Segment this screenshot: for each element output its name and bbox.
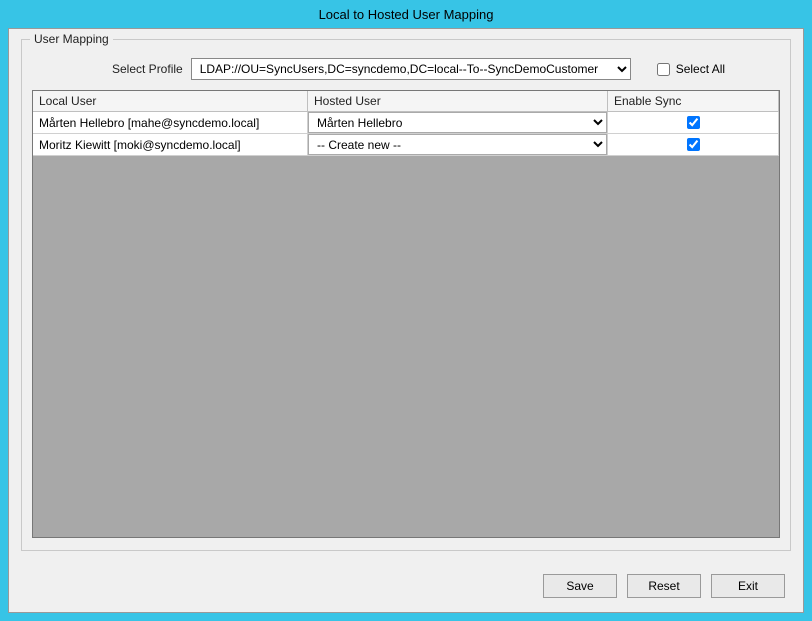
local-user-cell[interactable]: Moritz Kiewitt [moki@syncdemo.local] [33, 134, 308, 156]
window-title: Local to Hosted User Mapping [319, 7, 494, 22]
groupbox-label: User Mapping [30, 32, 113, 46]
select-profile-label: Select Profile [112, 62, 183, 76]
profile-row: Select Profile LDAP://OU=SyncUsers,DC=sy… [32, 58, 780, 80]
hosted-user-cell[interactable]: -- Create new -- [308, 134, 608, 156]
col-header-local[interactable]: Local User [33, 91, 308, 112]
select-profile-dropdown[interactable]: LDAP://OU=SyncUsers,DC=syncdemo,DC=local… [191, 58, 631, 80]
hosted-user-cell[interactable]: Mårten Hellebro [308, 112, 608, 134]
titlebar: Local to Hosted User Mapping [8, 0, 804, 28]
window-frame: Local to Hosted User Mapping User Mappin… [0, 0, 812, 621]
local-user-cell[interactable]: Mårten Hellebro [mahe@syncdemo.local] [33, 112, 308, 134]
reset-button[interactable]: Reset [627, 574, 701, 598]
enable-sync-cell[interactable] [608, 112, 779, 134]
button-bar: Save Reset Exit [543, 574, 785, 598]
select-all-wrap: Select All [657, 62, 725, 76]
col-header-enable[interactable]: Enable Sync [608, 91, 779, 112]
exit-button[interactable]: Exit [711, 574, 785, 598]
hosted-user-select[interactable]: Mårten Hellebro [309, 113, 606, 132]
hosted-user-select[interactable]: -- Create new -- [309, 135, 606, 154]
enable-sync-checkbox[interactable] [687, 138, 700, 151]
enable-sync-cell[interactable] [608, 134, 779, 156]
client-area: User Mapping Select Profile LDAP://OU=Sy… [8, 28, 804, 613]
save-button[interactable]: Save [543, 574, 617, 598]
grid-inner: Local User Hosted User Enable Sync Mårte… [33, 91, 779, 156]
mapping-grid: Local User Hosted User Enable Sync Mårte… [32, 90, 780, 538]
select-all-checkbox[interactable] [657, 63, 670, 76]
select-all-label: Select All [676, 62, 725, 76]
col-header-hosted[interactable]: Hosted User [308, 91, 608, 112]
enable-sync-checkbox[interactable] [687, 116, 700, 129]
user-mapping-group: User Mapping Select Profile LDAP://OU=Sy… [21, 39, 791, 551]
